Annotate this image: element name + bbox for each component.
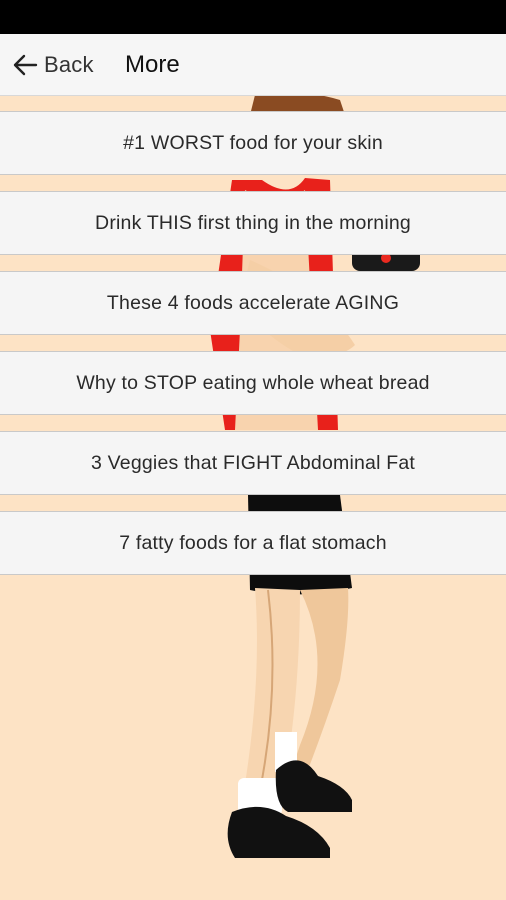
- menu-item-veggies-fat[interactable]: 3 Veggies that FIGHT Abdominal Fat: [0, 431, 506, 495]
- arrow-left-icon: [13, 54, 38, 76]
- menu-item-worst-food-skin[interactable]: #1 WORST food for your skin: [0, 111, 506, 175]
- menu-item-stop-wheat-bread[interactable]: Why to STOP eating whole wheat bread: [0, 351, 506, 415]
- status-bar: [0, 0, 506, 34]
- menu-item-foods-aging[interactable]: These 4 foods accelerate AGING: [0, 271, 506, 335]
- menu-item-fatty-foods-stomach[interactable]: 7 fatty foods for a flat stomach: [0, 511, 506, 575]
- back-label: Back: [44, 52, 94, 77]
- page-title: More: [125, 51, 180, 78]
- menu-item-drink-morning[interactable]: Drink THIS first thing in the morning: [0, 191, 506, 255]
- screen: Back More #1 WORST food for your skin Dr…: [0, 0, 506, 900]
- app-bar: Back More: [0, 34, 506, 96]
- back-button[interactable]: Back: [8, 45, 98, 85]
